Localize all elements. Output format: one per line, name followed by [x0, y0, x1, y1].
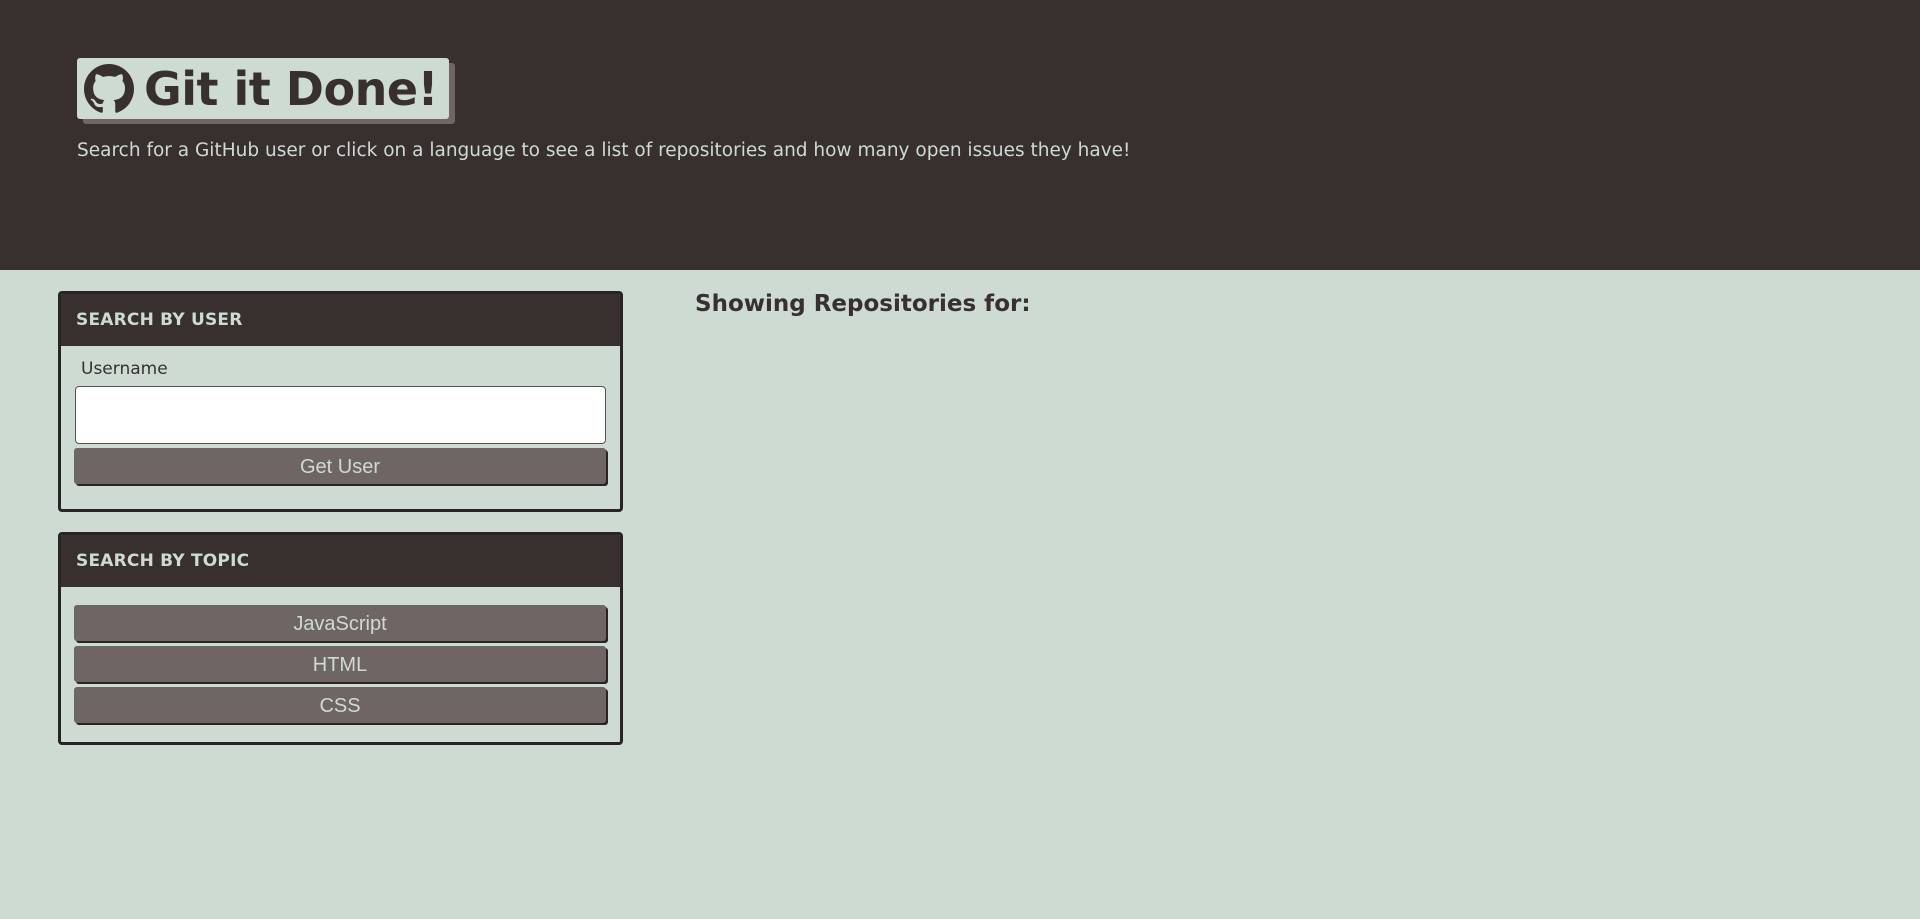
topic-button-html[interactable]: HTML — [74, 646, 606, 682]
app-subtitle: Search for a GitHub user or click on a l… — [77, 140, 1131, 161]
search-by-topic-card: SEARCH BY TOPIC JavaScript HTML CSS — [58, 532, 623, 745]
app-title: Git it Done! — [144, 61, 439, 116]
get-user-button[interactable]: Get User — [74, 448, 606, 484]
search-by-topic-heading: SEARCH BY TOPIC — [61, 535, 620, 587]
hero-header: Git it Done! Search for a GitHub user or… — [0, 0, 1920, 270]
topic-button-css[interactable]: CSS — [74, 687, 606, 723]
app-logo: Git it Done! — [77, 58, 450, 119]
user-search-form: Username Get User — [61, 346, 620, 484]
search-by-user-heading: SEARCH BY USER — [61, 294, 620, 346]
username-label: Username — [81, 359, 168, 379]
search-by-user-card: SEARCH BY USER Username Get User — [58, 291, 623, 512]
repo-search-term-heading: Showing Repositories for: — [695, 291, 1031, 317]
username-input[interactable] — [75, 386, 606, 444]
github-icon — [84, 63, 134, 113]
topic-button-list: JavaScript HTML CSS — [61, 587, 620, 723]
topic-button-javascript[interactable]: JavaScript — [74, 605, 606, 641]
